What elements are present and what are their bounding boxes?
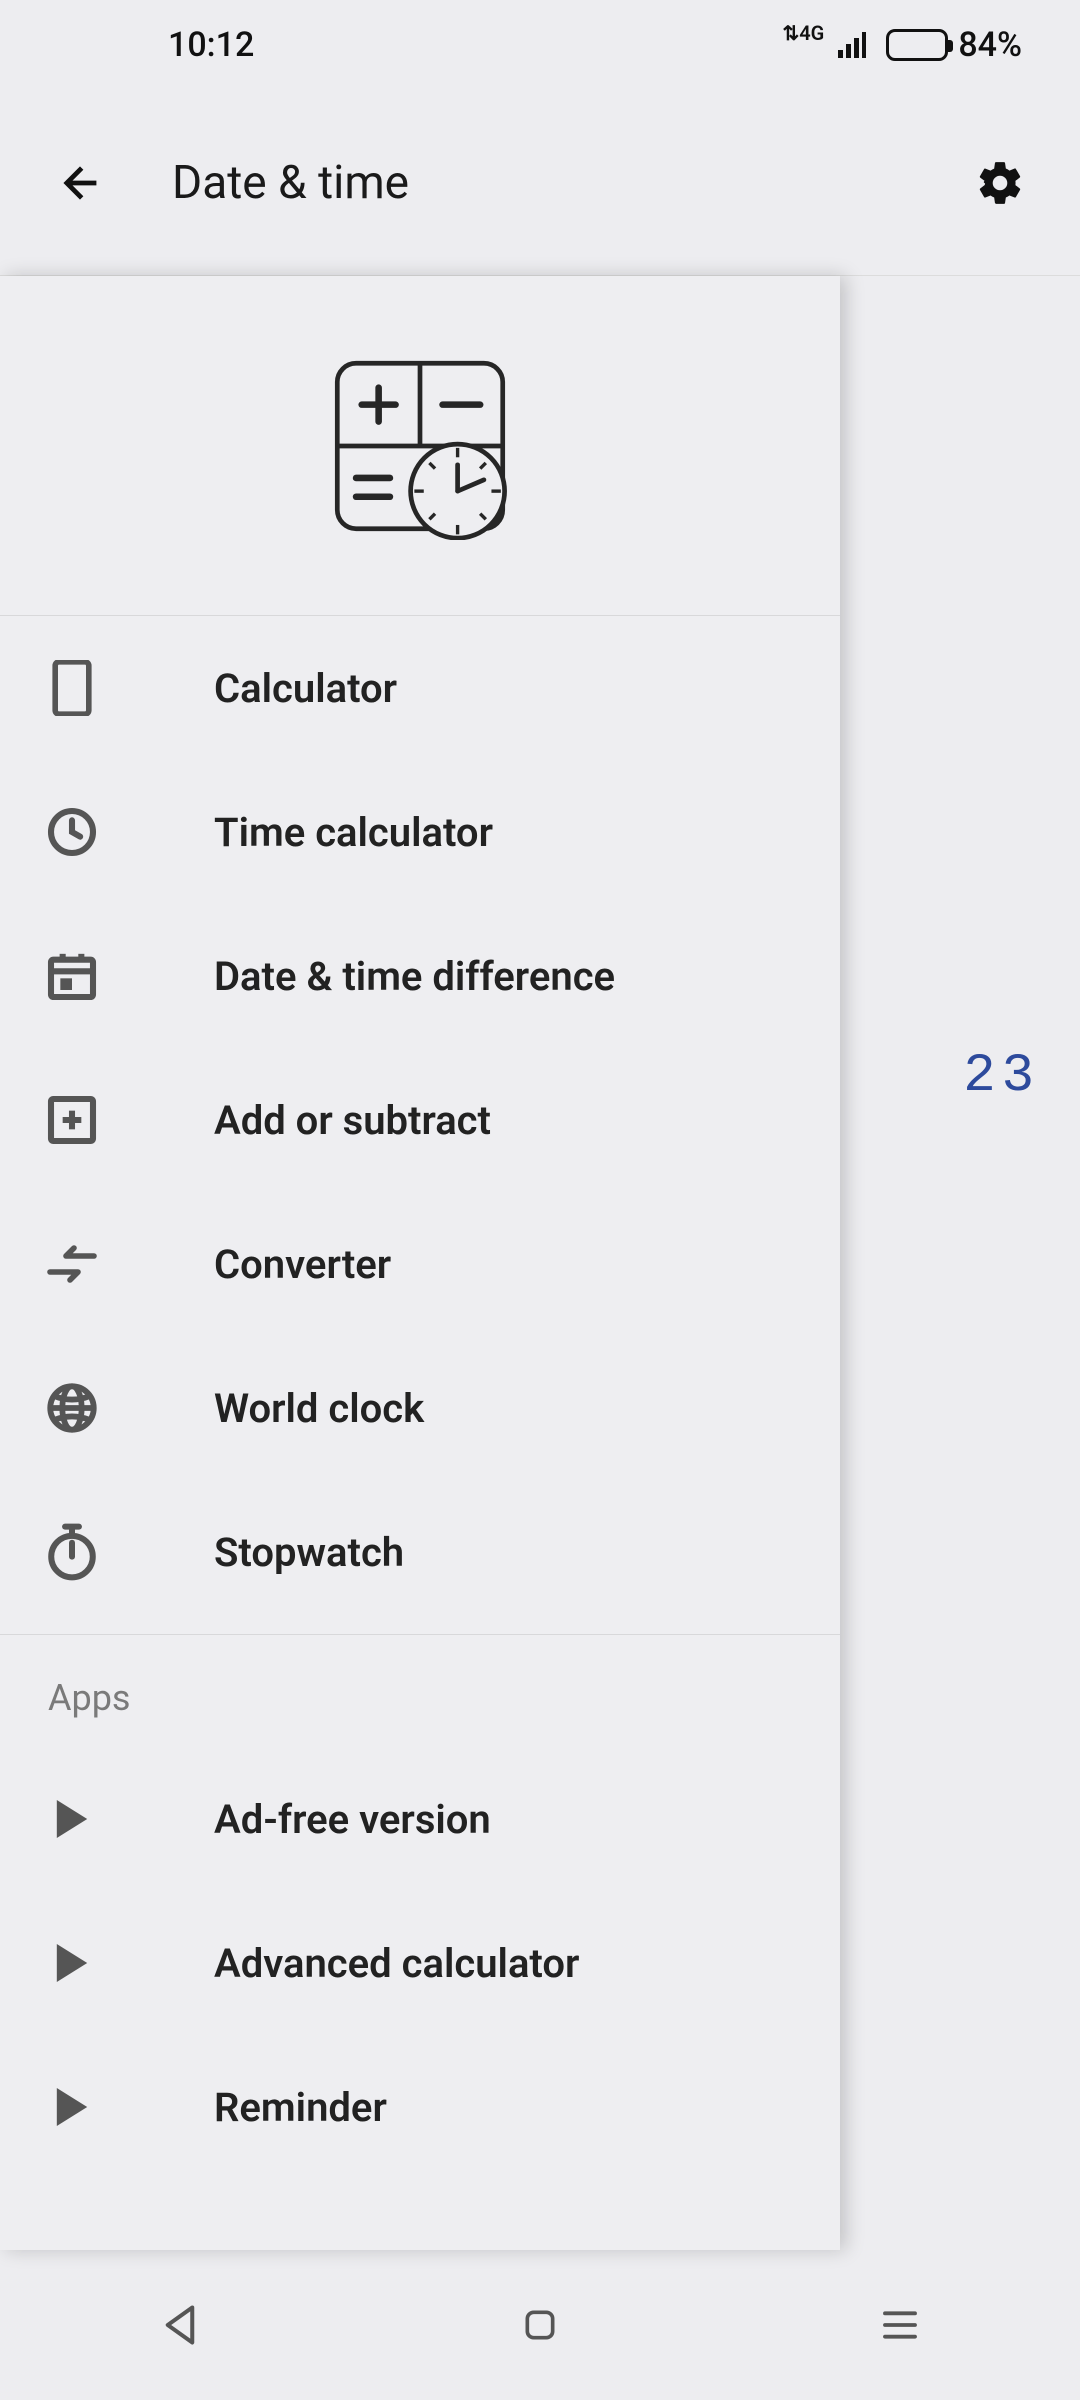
app-logo-icon	[326, 352, 514, 540]
calendar-icon	[40, 944, 104, 1008]
menu-item-converter[interactable]: Converter	[0, 1192, 840, 1336]
plus-box-icon	[40, 1088, 104, 1152]
app-bar: Date & time	[0, 90, 1080, 275]
menu-item-time-calculator[interactable]: Time calculator	[0, 760, 840, 904]
stopwatch-icon	[40, 1520, 104, 1584]
menu-label: Reminder	[214, 2084, 387, 2131]
page-title: Date & time	[172, 156, 908, 210]
menu-item-adfree[interactable]: Ad-free version	[0, 1747, 840, 1891]
play-icon	[40, 2075, 104, 2139]
settings-button[interactable]	[968, 151, 1032, 215]
menu-label: Ad-free version	[214, 1796, 491, 1843]
menu-item-add-subtract[interactable]: Add or subtract	[0, 1048, 840, 1192]
signal-icon	[836, 32, 866, 58]
menu-item-calculator[interactable]: Calculator	[0, 616, 840, 760]
square-icon	[521, 2306, 559, 2344]
menu-item-advanced-calculator[interactable]: Advanced calculator	[0, 1891, 840, 2035]
gear-icon	[975, 158, 1025, 208]
status-time: 10:12	[168, 25, 254, 65]
background-value-fragment: 23	[963, 1046, 1040, 1107]
menu-label: Stopwatch	[214, 1529, 404, 1576]
nav-home[interactable]	[516, 2301, 564, 2349]
play-icon	[40, 1931, 104, 1995]
play-icon	[40, 1787, 104, 1851]
globe-icon	[40, 1376, 104, 1440]
status-bar: 10:12 ⇅4G 84%	[0, 0, 1080, 90]
menu-item-reminder[interactable]: Reminder	[0, 2035, 840, 2179]
system-navbar	[0, 2250, 1080, 2400]
menu-lines-icon	[880, 2308, 920, 2342]
battery-pct: 84%	[958, 25, 1022, 65]
menu-label: Time calculator	[214, 809, 493, 856]
back-button[interactable]	[48, 151, 112, 215]
battery-indicator: 84%	[886, 25, 1022, 65]
section-header-apps: Apps	[0, 1634, 840, 1747]
device-rect-icon	[40, 656, 104, 720]
menu-label: World clock	[214, 1385, 424, 1432]
menu-label: Converter	[214, 1241, 391, 1288]
network-indicator: ⇅4G	[782, 21, 824, 45]
menu-label: Add or subtract	[214, 1097, 491, 1144]
menu-item-stopwatch[interactable]: Stopwatch	[0, 1480, 840, 1624]
menu-label: Date & time difference	[214, 953, 615, 1000]
clock-icon	[40, 800, 104, 864]
status-right: ⇅4G 84%	[782, 25, 1022, 65]
menu-item-date-time-difference[interactable]: Date & time difference	[0, 904, 840, 1048]
menu-label: Advanced calculator	[214, 1940, 579, 1987]
nav-back[interactable]	[156, 2301, 204, 2349]
arrow-left-icon	[56, 159, 104, 207]
menu-item-world-clock[interactable]: World clock	[0, 1336, 840, 1480]
nav-drawer: Calculator Time calculator Date & time d…	[0, 276, 840, 2250]
triangle-left-icon	[162, 2304, 198, 2346]
drawer-header	[0, 276, 840, 616]
arrows-swap-icon	[40, 1232, 104, 1296]
nav-recent[interactable]	[876, 2301, 924, 2349]
menu-label: Calculator	[214, 665, 397, 712]
